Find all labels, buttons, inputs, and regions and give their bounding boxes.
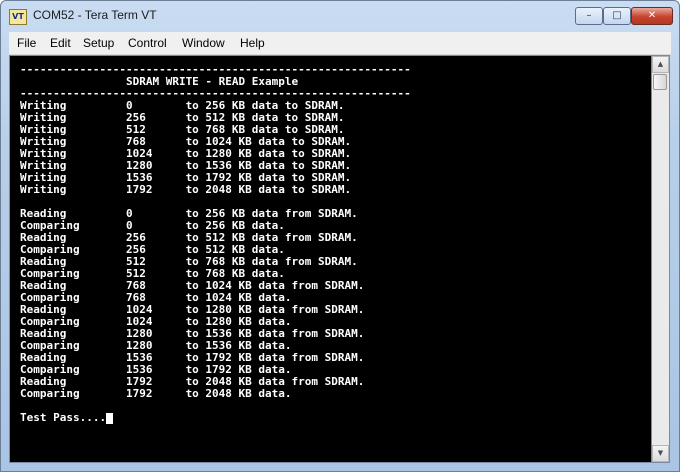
terminal-screen[interactable]: ----------------------------------------… bbox=[9, 55, 652, 463]
terminal-line: Test Pass.... bbox=[20, 411, 107, 424]
terminal-line: Writing 1792 to 2048 KB data to SDRAM. bbox=[20, 183, 352, 196]
teraterm-app-icon[interactable]: VT bbox=[9, 9, 27, 25]
terminal-window: VT COM52 - Tera Term VT – □ ✕ File Edit … bbox=[0, 0, 680, 472]
terminal-line: Comparing 1792 to 2048 KB data. bbox=[20, 387, 292, 400]
scroll-thumb[interactable] bbox=[653, 74, 667, 90]
window-title: COM52 - Tera Term VT bbox=[33, 8, 157, 22]
menu-file[interactable]: File bbox=[17, 36, 36, 50]
maximize-button[interactable]: □ bbox=[603, 7, 631, 25]
menu-window[interactable]: Window bbox=[182, 36, 225, 50]
vertical-scrollbar[interactable]: ▲ ▼ bbox=[652, 55, 670, 463]
menu-control[interactable]: Control bbox=[128, 36, 167, 50]
terminal-output: ----------------------------------------… bbox=[20, 64, 411, 424]
terminal-cursor bbox=[106, 413, 114, 424]
scroll-up-arrow-icon[interactable]: ▲ bbox=[652, 56, 669, 73]
menu-edit[interactable]: Edit bbox=[50, 36, 71, 50]
close-button[interactable]: ✕ bbox=[631, 7, 673, 25]
title-bar[interactable]: VT COM52 - Tera Term VT – □ ✕ bbox=[1, 1, 679, 31]
menu-bar: File Edit Setup Control Window Help bbox=[9, 32, 671, 55]
minimize-button[interactable]: – bbox=[575, 7, 603, 25]
menu-setup[interactable]: Setup bbox=[83, 36, 114, 50]
menu-help[interactable]: Help bbox=[240, 36, 265, 50]
scroll-down-arrow-icon[interactable]: ▼ bbox=[652, 445, 669, 462]
